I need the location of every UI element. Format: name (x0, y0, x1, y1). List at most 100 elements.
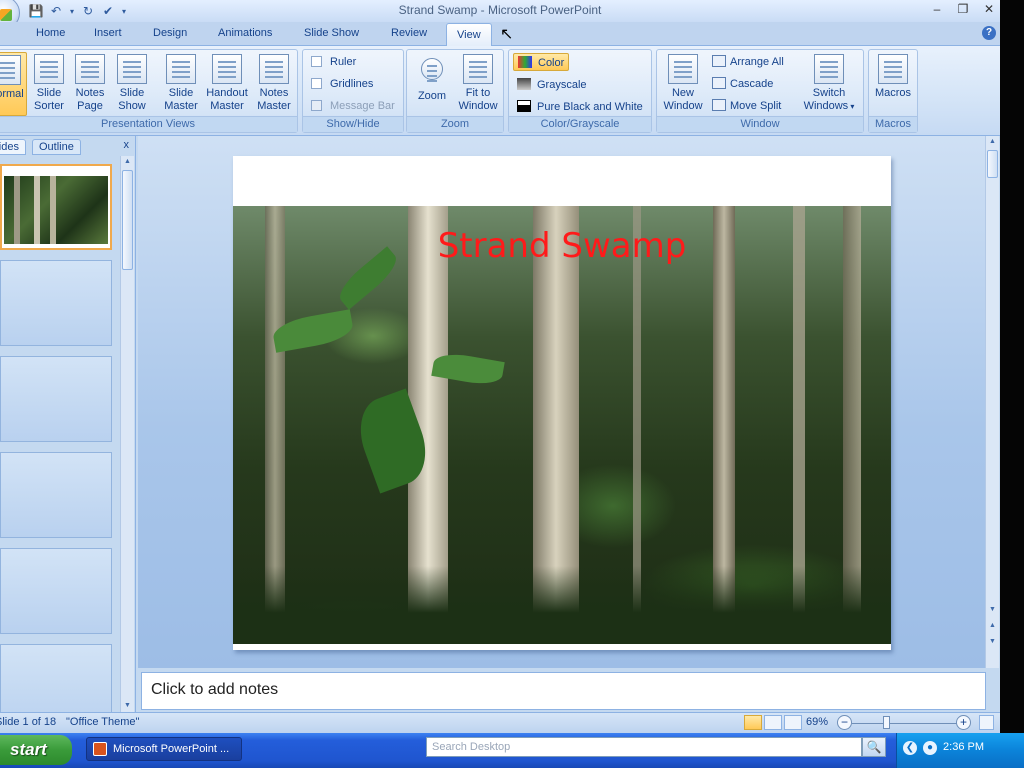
group-show-hide: Ruler Gridlines Message Bar Show/Hide (302, 49, 404, 133)
normal-view-label: Normal (0, 88, 24, 100)
zoom-level[interactable]: 69% (806, 716, 828, 728)
tab-outline[interactable]: Outline (32, 139, 81, 155)
tab-insert[interactable]: Insert (94, 27, 122, 39)
cascade-label: Cascade (730, 78, 774, 90)
fit-to-window-button[interactable]: Fit to Window (455, 52, 501, 116)
tab-view[interactable]: View (446, 23, 492, 47)
pure-black-white-button[interactable]: Pure Black and White (517, 98, 643, 116)
notes-master-icon (259, 54, 289, 84)
tab-design[interactable]: Design (153, 27, 187, 39)
group-label-zoom: Zoom (407, 116, 503, 132)
slides-panel: Slides Outline x ▲ ▼ (0, 136, 136, 730)
tab-review[interactable]: Review (391, 27, 427, 39)
scroll-down-icon[interactable]: ▼ (986, 604, 999, 616)
taskbar-powerpoint-button[interactable]: Microsoft PowerPoint ... (86, 737, 242, 761)
handout-master-icon (212, 54, 242, 84)
fit-to-window-icon (463, 54, 493, 84)
scroll-down-icon[interactable]: ▼ (121, 700, 134, 712)
grayscale-button[interactable]: Grayscale (517, 76, 587, 94)
checkbox-icon (311, 100, 322, 111)
swamp-photo (233, 206, 891, 644)
cascade-button[interactable]: Cascade (712, 75, 773, 93)
tab-animations[interactable]: Animations (218, 27, 272, 39)
slide-sorter-status-button[interactable] (764, 715, 782, 730)
tab-slides[interactable]: Slides (0, 139, 26, 155)
help-icon[interactable]: ? (982, 26, 996, 40)
handout-master-button[interactable]: Handout Master (203, 52, 251, 116)
normal-view-button[interactable]: Normal (0, 52, 27, 116)
search-icon[interactable]: 🔍 (862, 737, 886, 757)
arrange-all-button[interactable]: Arrange All (712, 53, 784, 71)
fit-slide-icon[interactable] (979, 715, 994, 730)
slide-sorter-button[interactable]: Slide Sorter (29, 52, 69, 116)
notes-pane[interactable]: Click to add notes (141, 672, 986, 710)
notes-placeholder: Click to add notes (151, 681, 279, 698)
zoom-out-icon[interactable]: − (837, 715, 852, 730)
move-split-icon (712, 99, 726, 111)
black-white-icon (517, 100, 531, 112)
previous-slide-icon[interactable]: ▲ (986, 620, 999, 632)
slide-thumbnail-2[interactable] (0, 260, 112, 346)
macros-button[interactable]: Macros (873, 52, 913, 116)
slide-canvas[interactable]: Strand Swamp (233, 156, 891, 650)
desktop-search-input[interactable]: Search Desktop (426, 737, 862, 757)
slide-master-button[interactable]: Slide Master (161, 52, 201, 116)
zoom-slider-handle[interactable] (883, 716, 890, 729)
tab-slide-show[interactable]: Slide Show (304, 27, 359, 39)
start-button[interactable]: start (0, 735, 72, 765)
scroll-up-icon[interactable]: ▲ (121, 156, 134, 168)
slide-show-button[interactable]: Slide Show (112, 52, 152, 116)
search-tray-icon[interactable]: ● (923, 741, 937, 755)
slide-title[interactable]: Strand Swamp (233, 226, 891, 266)
notes-page-button[interactable]: Notes Page (70, 52, 110, 116)
scroll-up-icon[interactable]: ▲ (986, 136, 999, 148)
close-icon[interactable]: ✕ (980, 2, 998, 18)
cascade-icon (712, 77, 726, 89)
group-zoom: Zoom Fit to Window Zoom (406, 49, 504, 133)
powerpoint-window: 💾 ↶ ▾ ↻ ✔ ▾ Strand Swamp - Microsoft Pow… (0, 0, 1000, 768)
color-button[interactable]: Color (513, 53, 570, 71)
group-label-presentation-views: Presentation Views (0, 116, 297, 132)
zoom-button[interactable]: Zoom (412, 52, 452, 116)
ribbon: Normal Slide Sorter Notes Page Slide Sho… (0, 46, 1000, 136)
tab-home[interactable]: Home (36, 27, 65, 39)
normal-view-status-button[interactable] (744, 715, 762, 730)
ground-ferns (233, 566, 891, 644)
restore-icon[interactable]: ❐ (954, 2, 972, 18)
scroll-thumb[interactable] (122, 170, 133, 270)
slide-thumbnail-1[interactable] (0, 164, 112, 250)
zoom-in-icon[interactable]: + (956, 715, 971, 730)
ruler-label: Ruler (330, 56, 357, 68)
move-split-label: Move Split (730, 100, 782, 112)
next-slide-icon[interactable]: ▼ (986, 636, 999, 648)
notes-master-button[interactable]: Notes Master (254, 52, 294, 116)
windows-taskbar: start Microsoft PowerPoint ... Search De… (0, 733, 1024, 768)
group-color-grayscale: Color Grayscale Pure Black and White Col… (508, 49, 652, 133)
slide-scrollbar[interactable]: ▲ ▼ ▲ ▼ (985, 136, 999, 668)
tray-expand-icon[interactable]: ❮ (903, 741, 917, 755)
minimize-icon[interactable]: – (928, 2, 946, 18)
macros-icon (878, 54, 908, 84)
macros-label: Macros (874, 87, 912, 99)
slides-panel-scrollbar[interactable]: ▲ ▼ (120, 156, 134, 712)
switch-windows-label: Switch Windows (803, 87, 849, 112)
switch-windows-button[interactable]: Switch Windows ▾ (799, 52, 859, 116)
close-icon[interactable]: x (124, 139, 130, 151)
group-label-show-hide: Show/Hide (303, 116, 403, 132)
scroll-thumb[interactable] (987, 150, 998, 178)
group-label-color-grayscale: Color/Grayscale (509, 116, 651, 132)
dropdown-arrow-icon: ▾ (848, 102, 855, 111)
move-split-button[interactable]: Move Split (712, 97, 781, 115)
gridlines-checkbox[interactable]: Gridlines (311, 75, 373, 93)
color-label: Color (538, 57, 565, 69)
ruler-checkbox[interactable]: Ruler (311, 53, 356, 71)
slide-thumbnail-4[interactable] (0, 452, 112, 538)
slide-thumbnail-5[interactable] (0, 548, 112, 634)
slide-counter: Slide 1 of 18 (0, 716, 57, 728)
theme-name: "Office Theme" (66, 716, 140, 728)
slide-show-status-button[interactable] (784, 715, 802, 730)
new-window-button[interactable]: New Window (660, 52, 706, 116)
slide-thumbnail-3[interactable] (0, 356, 112, 442)
new-window-label: New Window (663, 87, 703, 112)
zoom-slider-track[interactable] (852, 723, 960, 724)
